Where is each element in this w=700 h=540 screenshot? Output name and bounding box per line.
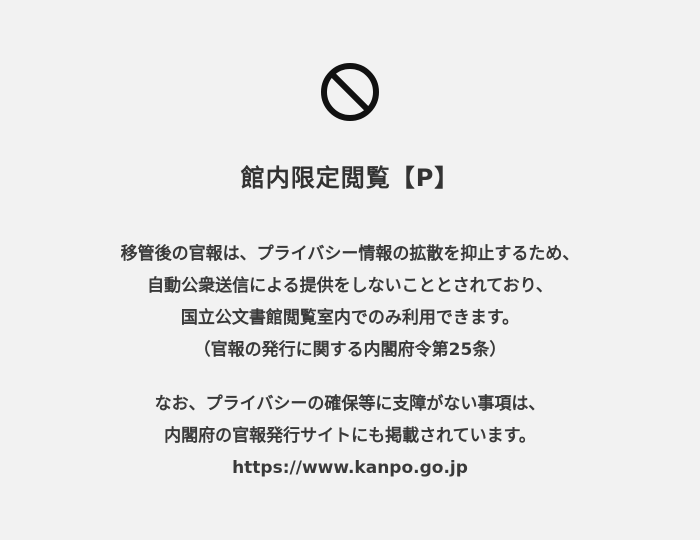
notice-line: （官報の発行に関する内閣府令第25条） <box>193 340 507 360</box>
restricted-viewing-page: 館内限定閲覧【P】 移管後の官報は、プライバシー情報の拡散を抑止するため、 自動… <box>0 0 700 540</box>
page-title: 館内限定閲覧【P】 <box>240 164 460 192</box>
notice-line: 自動公衆送信による提供をしないこととされており、 <box>147 276 553 296</box>
kanpo-site-url: https://www.kanpo.go.jp <box>232 458 468 478</box>
notice-line: 国立公文書館閲覧室内でのみ利用できます。 <box>180 308 520 328</box>
no-entry-icon <box>321 63 379 121</box>
notice-line: 移管後の官報は、プライバシー情報の拡散を抑止するため、 <box>120 244 580 264</box>
notice-line: 内閣府の官報発行サイトにも掲載されています。 <box>164 426 536 446</box>
notice-line: なお、プライバシーの確保等に支障がない事項は、 <box>154 394 546 414</box>
notice-paragraph-1: 移管後の官報は、プライバシー情報の拡散を抑止するため、 自動公衆送信による提供を… <box>0 238 700 366</box>
icon-container <box>0 62 700 122</box>
notice-paragraph-2: なお、プライバシーの確保等に支障がない事項は、 内閣府の官報発行サイトにも掲載さ… <box>0 388 700 484</box>
